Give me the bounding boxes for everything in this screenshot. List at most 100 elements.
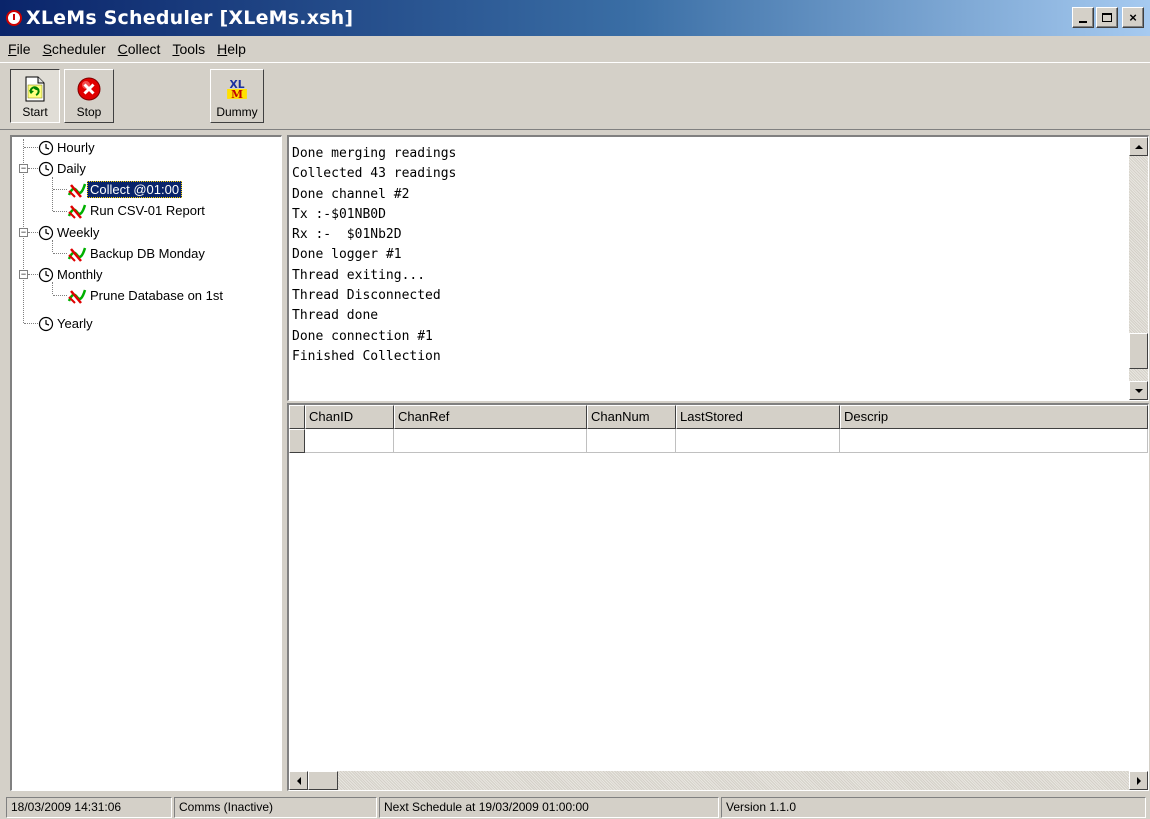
tree-node-label: Daily bbox=[57, 161, 86, 176]
scroll-right-button[interactable] bbox=[1129, 771, 1148, 790]
maximize-button[interactable] bbox=[1096, 7, 1118, 28]
tree-node-label: Prune Database on 1st bbox=[90, 288, 223, 303]
column-header-channum[interactable]: ChanNum bbox=[587, 405, 676, 429]
start-button[interactable]: Start bbox=[10, 69, 60, 123]
log-line: Done connection #1 bbox=[292, 328, 433, 344]
tree-node-weekly[interactable]: Weekly bbox=[38, 222, 102, 243]
tree-node-label: Hourly bbox=[57, 140, 95, 155]
dummy-logo-mid: M bbox=[231, 88, 243, 101]
log-line: Tx :-$01NB0D bbox=[292, 206, 386, 222]
expand-toggle-monthly[interactable]: − bbox=[19, 270, 28, 279]
toolbar: Start Stop XL M Dummy bbox=[0, 62, 1150, 130]
log-line: Done logger #1 bbox=[292, 247, 402, 263]
row-indicator[interactable] bbox=[289, 429, 305, 453]
status-datetime: 18/03/2009 14:31:06 bbox=[6, 797, 172, 818]
grid-cell[interactable] bbox=[587, 429, 676, 453]
log-vertical-scrollbar[interactable] bbox=[1129, 137, 1148, 400]
tree-node-collect-0100[interactable]: Collect @01:00 bbox=[67, 179, 183, 200]
dummy-label: Dummy bbox=[216, 105, 258, 119]
tree-node-hourly[interactable]: Hourly bbox=[38, 137, 98, 158]
scroll-up-button[interactable] bbox=[1129, 137, 1148, 156]
window-title: XLeMs Scheduler [XLeMs.xsh] bbox=[26, 7, 354, 29]
tree-connector bbox=[28, 232, 38, 233]
channel-grid[interactable]: ChanID ChanRef ChanNum LastStored Descri… bbox=[287, 403, 1149, 791]
log-line: Finished Collection bbox=[292, 348, 441, 364]
grid-cell[interactable] bbox=[394, 429, 587, 453]
close-icon: × bbox=[1129, 10, 1137, 25]
task-icon bbox=[67, 183, 87, 198]
task-icon bbox=[67, 204, 87, 219]
menu-help-label: elp bbox=[227, 41, 246, 57]
table-row[interactable] bbox=[289, 429, 1148, 453]
stop-icon bbox=[75, 75, 103, 103]
minimize-icon bbox=[1079, 20, 1087, 23]
scroll-thumb[interactable] bbox=[308, 771, 338, 790]
tree-node-backup-db[interactable]: Backup DB Monday bbox=[67, 243, 208, 264]
clock-icon bbox=[38, 140, 54, 155]
menu-collect[interactable]: Collect bbox=[112, 41, 167, 57]
grid-horizontal-scrollbar[interactable] bbox=[289, 771, 1148, 790]
log-line: Thread exiting... bbox=[292, 267, 426, 283]
close-button[interactable]: × bbox=[1122, 7, 1144, 28]
window-controls: × bbox=[1072, 7, 1144, 28]
status-version: Version 1.1.0 bbox=[721, 797, 1146, 818]
tree-connector bbox=[53, 253, 67, 254]
column-header-chanref[interactable]: ChanRef bbox=[394, 405, 587, 429]
menu-file-mnemonic: F bbox=[8, 41, 17, 57]
clock-icon bbox=[38, 316, 54, 331]
dummy-button[interactable]: XL M Dummy bbox=[210, 69, 264, 123]
scroll-down-button[interactable] bbox=[1129, 381, 1148, 400]
tree-node-label: Monthly bbox=[57, 267, 103, 282]
menu-help-mnemonic: H bbox=[217, 41, 228, 57]
tree-node-label: Run CSV-01 Report bbox=[90, 203, 205, 218]
task-icon bbox=[67, 289, 87, 304]
tree-node-daily[interactable]: Daily bbox=[38, 158, 89, 179]
title-bar[interactable]: XLeMs Scheduler [XLeMs.xsh] × bbox=[0, 0, 1150, 36]
log-output[interactable]: Done merging readings Collected 43 readi… bbox=[287, 135, 1149, 401]
clock-icon bbox=[38, 225, 54, 240]
column-header-chanid[interactable]: ChanID bbox=[305, 405, 394, 429]
status-comms: Comms (Inactive) bbox=[174, 797, 377, 818]
menu-scheduler-label: cheduler bbox=[51, 41, 106, 57]
log-line: Done channel #2 bbox=[292, 186, 410, 202]
menu-tools[interactable]: Tools bbox=[166, 41, 211, 57]
column-header-laststored[interactable]: LastStored bbox=[676, 405, 840, 429]
tree-node-yearly[interactable]: Yearly bbox=[38, 313, 96, 334]
grid-cell[interactable] bbox=[840, 429, 1148, 453]
tree-node-prune-database[interactable]: Prune Database on 1st bbox=[67, 285, 226, 306]
stop-button[interactable]: Stop bbox=[64, 69, 114, 123]
clock-icon bbox=[38, 161, 54, 176]
app-window: XLeMs Scheduler [XLeMs.xsh] × File Sched… bbox=[0, 0, 1150, 819]
scroll-thumb[interactable] bbox=[1129, 333, 1148, 369]
expand-toggle-weekly[interactable]: − bbox=[19, 228, 28, 237]
menu-help[interactable]: Help bbox=[211, 41, 252, 57]
grid-corner[interactable] bbox=[289, 405, 305, 429]
minimize-button[interactable] bbox=[1072, 7, 1094, 28]
scroll-left-button[interactable] bbox=[289, 771, 308, 790]
tree-node-label: Collect @01:00 bbox=[87, 181, 183, 198]
grid-cell[interactable] bbox=[305, 429, 394, 453]
start-icon bbox=[21, 75, 49, 103]
menu-collect-mnemonic: C bbox=[117, 41, 128, 57]
schedule-tree[interactable]: − − − Hourly Daily Collect @01:00 Run CS… bbox=[10, 135, 282, 791]
tree-connector bbox=[28, 168, 38, 169]
status-next-schedule: Next Schedule at 19/03/2009 01:00:00 bbox=[379, 797, 719, 818]
app-clock-icon[interactable] bbox=[6, 10, 22, 26]
tree-connector bbox=[52, 177, 53, 211]
expand-toggle-daily[interactable]: − bbox=[19, 164, 28, 173]
tree-node-monthly[interactable]: Monthly bbox=[38, 264, 106, 285]
grid-cell[interactable] bbox=[676, 429, 840, 453]
arrow-left-icon bbox=[296, 776, 301, 785]
menu-scheduler-mnemonic: S bbox=[42, 41, 52, 57]
tree-node-run-csv-report[interactable]: Run CSV-01 Report bbox=[67, 200, 208, 221]
tree-node-label: Yearly bbox=[57, 316, 93, 331]
xlems-logo-icon: XL M bbox=[223, 75, 251, 103]
column-header-descrip[interactable]: Descrip bbox=[840, 405, 1148, 429]
menu-file[interactable]: File bbox=[2, 41, 37, 57]
grid-header: ChanID ChanRef ChanNum LastStored Descri… bbox=[289, 405, 1148, 429]
menu-scheduler[interactable]: Scheduler bbox=[37, 41, 112, 57]
tree-node-label: Weekly bbox=[57, 225, 100, 240]
tree-connector bbox=[53, 295, 67, 296]
tree-connector bbox=[24, 147, 38, 148]
log-line: Done merging readings bbox=[292, 146, 457, 161]
